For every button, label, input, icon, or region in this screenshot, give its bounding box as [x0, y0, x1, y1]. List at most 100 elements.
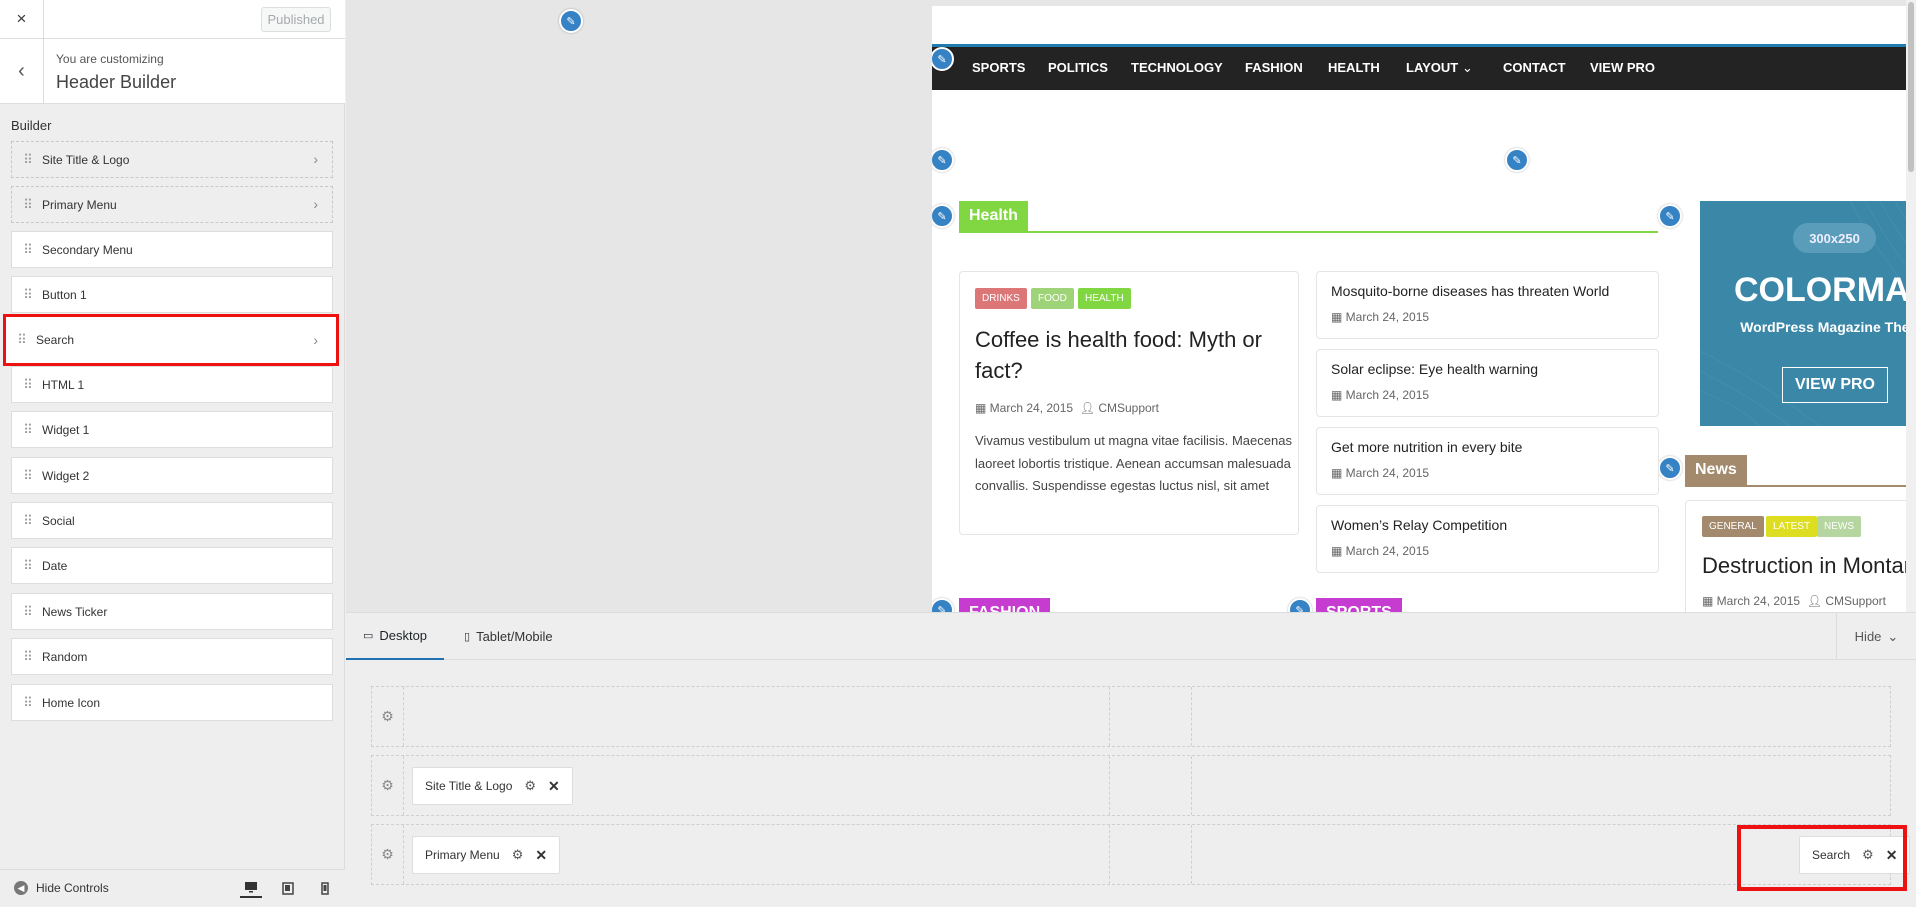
drag-handle-icon[interactable]: ⠿ — [12, 695, 42, 711]
component-random[interactable]: ⠿ Random — [11, 638, 333, 675]
category-tag[interactable]: LATEST — [1766, 516, 1818, 537]
edit-shortcut-icon[interactable]: ✎ — [1658, 456, 1682, 480]
drag-handle-icon[interactable]: ⠿ — [6, 332, 36, 348]
component-site-title-logo[interactable]: ⠿ Site Title & Logo › — [11, 141, 333, 178]
mobile-preview-icon[interactable] — [314, 878, 336, 898]
side-post-card[interactable]: Women’s Relay Competition ▦ March 24, 20… — [1316, 505, 1659, 573]
advertisement-banner[interactable]: 300x250 COLORMAG WordPress Magazine Them… — [1700, 201, 1916, 426]
builder-row-top: ⚙ — [371, 686, 1891, 747]
drag-handle-icon[interactable]: ⠿ — [12, 197, 42, 213]
published-button[interactable]: Published — [261, 7, 331, 32]
component-widget-1[interactable]: ⠿ Widget 1 — [11, 411, 333, 448]
desktop-preview-icon[interactable] — [240, 878, 262, 898]
drag-handle-icon[interactable]: ⠿ — [12, 152, 42, 168]
hide-controls-label: Hide Controls — [36, 881, 109, 895]
row-settings-gear-icon[interactable]: ⚙ — [372, 756, 404, 815]
component-home-icon[interactable]: ⠿ Home Icon — [11, 684, 333, 721]
post-title[interactable]: Coffee is health food: Myth or fact? — [975, 324, 1290, 386]
gear-icon[interactable]: ⚙ — [512, 847, 524, 863]
component-social[interactable]: ⠿ Social — [11, 502, 333, 539]
component-secondary-menu[interactable]: ⠿ Secondary Menu — [11, 231, 333, 268]
post-title[interactable]: Mosquito-borne diseases has threaten Wor… — [1331, 283, 1609, 299]
nav-item-contact[interactable]: CONTACT — [1503, 60, 1566, 75]
edit-shortcut-icon[interactable]: ✎ — [1505, 148, 1529, 172]
sports-section-title[interactable]: SPORTS — [1316, 598, 1402, 612]
component-primary-menu[interactable]: ⠿ Primary Menu › — [11, 186, 333, 223]
post-date-text[interactable]: March 24, 2015 — [1346, 388, 1429, 402]
drag-handle-icon[interactable]: ⠿ — [12, 604, 42, 620]
category-tag[interactable]: DRINKS — [975, 288, 1027, 309]
fashion-section-header: FASHION — [959, 598, 1289, 612]
drag-handle-icon[interactable]: ⠿ — [12, 649, 42, 665]
drag-handle-icon[interactable]: ⠿ — [12, 377, 42, 393]
component-search[interactable]: ⠿ Search › — [3, 314, 339, 366]
sports-section-header: SPORTS — [1316, 598, 1646, 612]
drag-handle-icon[interactable]: ⠿ — [12, 242, 42, 258]
category-tag[interactable]: HEALTH — [1078, 288, 1131, 309]
ad-view-pro-button[interactable]: VIEW PRO — [1782, 367, 1888, 403]
nav-item-technology[interactable]: TECHNOLOGY — [1131, 60, 1223, 75]
edit-shortcut-icon[interactable]: ✎ — [1288, 598, 1312, 612]
health-section-title[interactable]: Health — [959, 201, 1028, 231]
nav-item-politics[interactable]: POLITICS — [1048, 60, 1108, 75]
component-news-ticker[interactable]: ⠿ News Ticker — [11, 593, 333, 630]
tablet-preview-icon[interactable] — [277, 878, 299, 898]
drag-handle-icon[interactable]: ⠿ — [12, 513, 42, 529]
nav-item-layout[interactable]: LAYOUT — [1406, 60, 1458, 75]
row-settings-gear-icon[interactable]: ⚙ — [372, 687, 404, 746]
nav-item-sports[interactable]: SPORTS — [972, 60, 1025, 75]
close-icon[interactable]: ✕ — [535, 847, 547, 864]
builder-item-site-title-logo[interactable]: Site Title & Logo ⚙ ✕ — [412, 767, 573, 805]
nav-item-view-pro[interactable]: VIEW PRO — [1590, 60, 1655, 75]
edit-shortcut-icon[interactable]: ✎ — [932, 148, 954, 172]
post-author[interactable]: CMSupport — [1098, 401, 1159, 415]
column-divider — [1191, 825, 1192, 884]
sidebar-top-bar: × Published — [0, 0, 345, 39]
component-date[interactable]: ⠿ Date — [11, 547, 333, 584]
nav-item-health[interactable]: HEALTH — [1328, 60, 1380, 75]
category-tag[interactable]: GENERAL — [1702, 516, 1764, 537]
post-date-text[interactable]: March 24, 2015 — [1346, 310, 1429, 324]
side-post-card[interactable]: Mosquito-borne diseases has threaten Wor… — [1316, 271, 1659, 339]
post-date-text[interactable]: March 24, 2015 — [1346, 544, 1429, 558]
post-title[interactable]: Get more nutrition in every bite — [1331, 439, 1522, 455]
component-button-1[interactable]: ⠿ Button 1 — [11, 276, 333, 313]
post-date-text[interactable]: March 24, 2015 — [1346, 466, 1429, 480]
gear-icon[interactable]: ⚙ — [524, 778, 536, 794]
tab-tablet-mobile[interactable]: ▯ Tablet/Mobile — [464, 613, 553, 660]
news-section-title[interactable]: News — [1685, 455, 1747, 485]
drag-handle-icon[interactable]: ⠿ — [12, 422, 42, 438]
drag-handle-icon[interactable]: ⠿ — [12, 468, 42, 484]
close-customizer-button[interactable]: × — [0, 0, 44, 38]
post-date[interactable]: March 24, 2015 — [1717, 594, 1800, 608]
post-title[interactable]: Women’s Relay Competition — [1331, 517, 1507, 533]
preview-scrollbar-thumb[interactable] — [1908, 2, 1914, 172]
news-post-card[interactable]: GENERAL LATEST NEWS Destruction in Monta… — [1685, 500, 1916, 612]
post-title[interactable]: Destruction in Montania — [1702, 553, 1916, 579]
drag-handle-icon[interactable]: ⠿ — [12, 558, 42, 574]
component-html-1[interactable]: ⠿ HTML 1 — [11, 366, 333, 403]
edit-shortcut-icon[interactable]: ✎ — [1658, 204, 1682, 228]
side-post-card[interactable]: Get more nutrition in every bite ▦ March… — [1316, 427, 1659, 495]
edit-shortcut-icon[interactable]: ✎ — [559, 9, 583, 33]
drag-handle-icon[interactable]: ⠿ — [12, 287, 42, 303]
category-tag[interactable]: NEWS — [1817, 516, 1861, 537]
edit-shortcut-icon[interactable]: ✎ — [932, 204, 954, 228]
row-settings-gear-icon[interactable]: ⚙ — [372, 825, 404, 884]
builder-item-primary-menu[interactable]: Primary Menu ⚙ ✕ — [412, 836, 561, 874]
hide-builder-button[interactable]: Hide ⌄ — [1836, 613, 1916, 660]
featured-post-card[interactable]: DRINKS FOOD HEALTH Coffee is health food… — [959, 271, 1299, 535]
component-widget-2[interactable]: ⠿ Widget 2 — [11, 457, 333, 494]
fashion-section-title[interactable]: FASHION — [959, 598, 1051, 612]
post-date[interactable]: March 24, 2015 — [990, 401, 1073, 415]
close-icon[interactable]: ✕ — [548, 778, 560, 795]
back-button[interactable]: ‹ — [0, 39, 44, 103]
nav-item-fashion[interactable]: FASHION — [1245, 60, 1303, 75]
post-title[interactable]: Solar eclipse: Eye health warning — [1331, 361, 1538, 377]
tab-desktop[interactable]: ▭ Desktop — [346, 613, 444, 660]
side-post-card[interactable]: Solar eclipse: Eye health warning ▦ Marc… — [1316, 349, 1659, 417]
edit-shortcut-icon[interactable]: ✎ — [932, 598, 954, 612]
post-author[interactable]: CMSupport — [1825, 594, 1886, 608]
category-tag[interactable]: FOOD — [1031, 288, 1074, 309]
hide-controls-button[interactable]: ◀ Hide Controls — [14, 881, 109, 895]
